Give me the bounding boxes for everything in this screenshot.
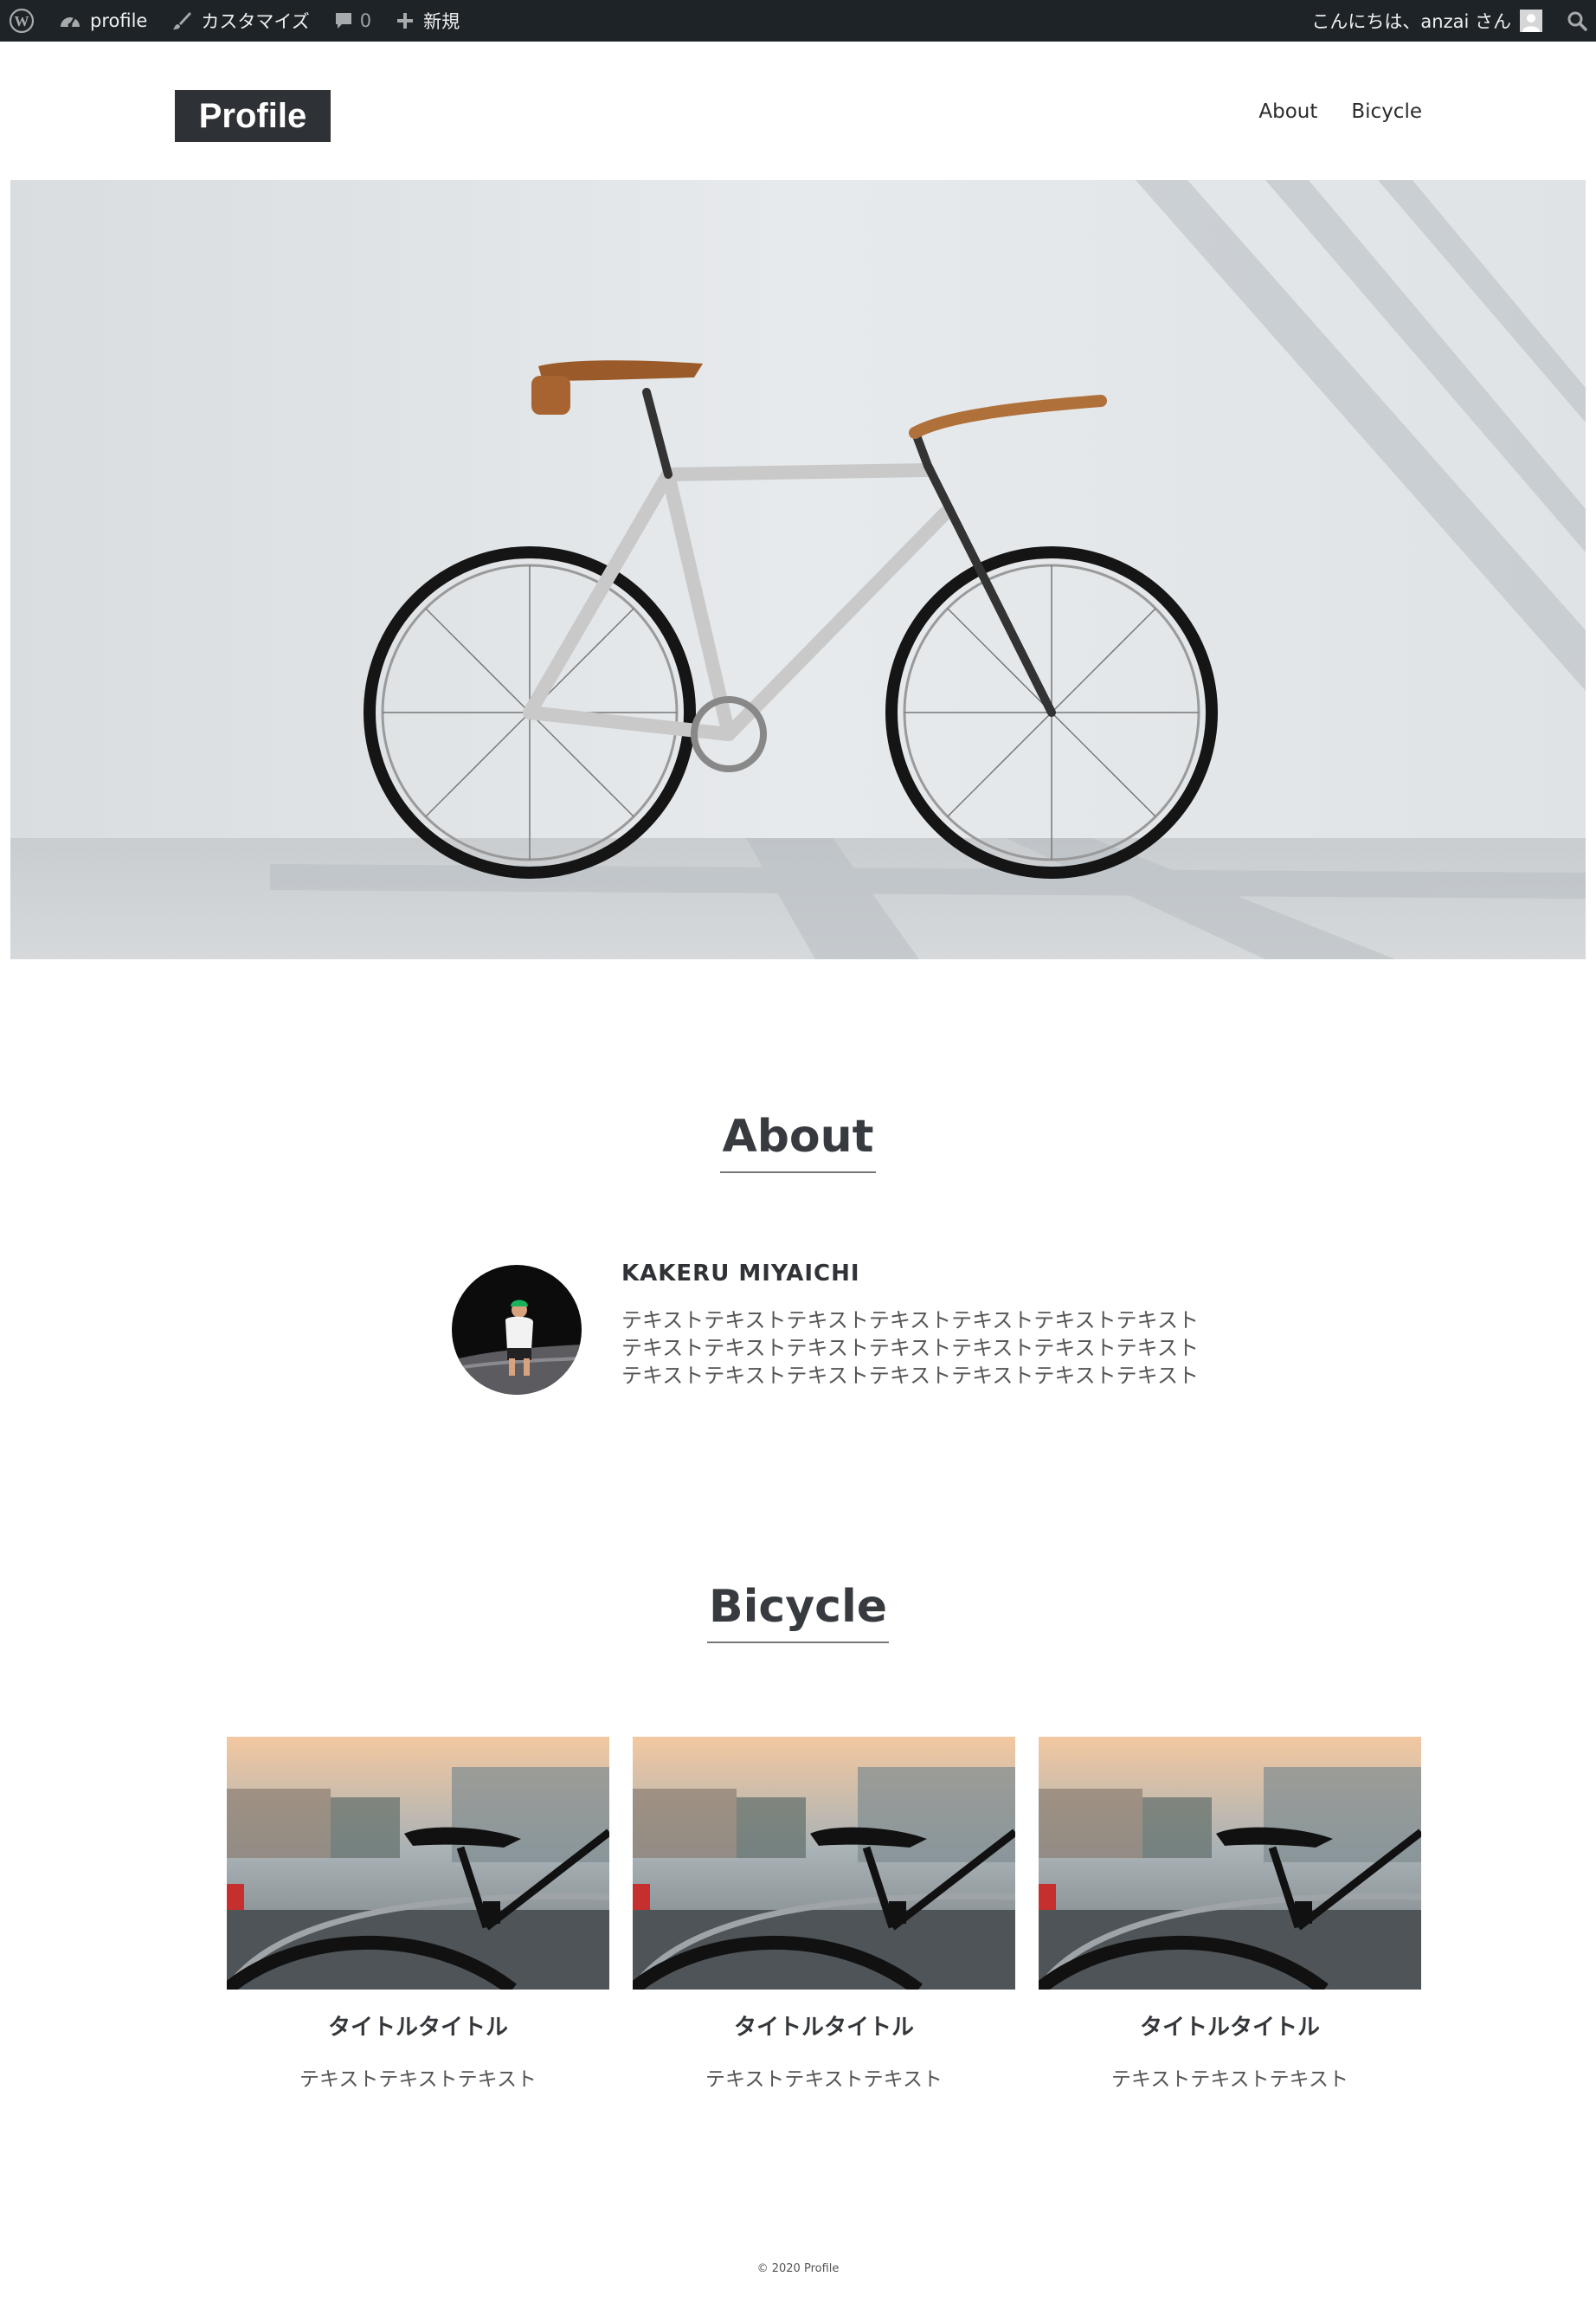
bicycle-heading: Bicycle bbox=[706, 1581, 890, 1643]
bicycle-card[interactable]: タイトルタイトル テキストテキストテキスト bbox=[1039, 1737, 1421, 2092]
plus-icon bbox=[396, 11, 415, 30]
nav-link-bicycle[interactable]: Bicycle bbox=[1351, 100, 1422, 123]
comment-icon bbox=[334, 11, 353, 30]
comment-count: 0 bbox=[359, 10, 372, 31]
profile-name: KAKERU MIYAICHI bbox=[621, 1261, 860, 1287]
comments-menu[interactable]: 0 bbox=[322, 0, 383, 42]
customize-menu[interactable]: カスタマイズ bbox=[159, 0, 321, 42]
card-image bbox=[633, 1737, 1015, 1990]
site-name-label: profile bbox=[90, 10, 148, 31]
dashboard-icon bbox=[59, 11, 81, 30]
card-image bbox=[1039, 1737, 1421, 1990]
main-nav: About Bicycle bbox=[1258, 100, 1422, 123]
profile-text: テキストテキストテキストテキストテキストテキストテキスト テキストテキストテキス… bbox=[621, 1306, 1199, 1390]
brush-icon bbox=[171, 10, 192, 31]
card-text: テキストテキストテキスト bbox=[1111, 2068, 1348, 2091]
card-image bbox=[227, 1737, 609, 1990]
about-heading: About bbox=[720, 1111, 876, 1173]
wordpress-menu[interactable]: W bbox=[0, 0, 47, 42]
new-label: 新規 bbox=[423, 11, 460, 32]
profile-text-line: テキストテキストテキストテキストテキストテキストテキスト bbox=[621, 1308, 1199, 1332]
card-title: タイトルタイトル bbox=[1139, 2015, 1320, 2041]
admin-bar: W profile カスタマイズ 0 新規 こんにちは、anzai さん bbox=[0, 0, 1596, 42]
my-account-menu[interactable]: こんにちは、anzai さん bbox=[1299, 0, 1554, 42]
card-text: テキストテキストテキスト bbox=[705, 2068, 943, 2091]
nav-link-about[interactable]: About bbox=[1258, 100, 1317, 123]
card-text: テキストテキストテキスト bbox=[299, 2068, 537, 2091]
svg-text:W: W bbox=[15, 13, 29, 29]
card-title: タイトルタイトル bbox=[733, 2015, 914, 2041]
about-section-title: About bbox=[0, 1111, 1596, 1173]
bicycle-card[interactable]: タイトルタイトル テキストテキストテキスト bbox=[633, 1737, 1015, 2092]
new-content-menu[interactable]: 新規 bbox=[383, 0, 472, 42]
customize-label: カスタマイズ bbox=[201, 11, 310, 32]
wordpress-icon: W bbox=[9, 8, 35, 34]
bicycle-card[interactable]: タイトルタイトル テキストテキストテキスト bbox=[227, 1737, 609, 2092]
hero-image bbox=[10, 180, 1586, 959]
bicycle-cards: タイトルタイトル テキストテキストテキスト タイトルタイトル テキストテキストテ… bbox=[227, 1737, 1421, 2092]
profile-text-line: テキストテキストテキストテキストテキストテキストテキスト bbox=[621, 1364, 1199, 1388]
admin-search[interactable] bbox=[1554, 0, 1596, 42]
profile-text-line: テキストテキストテキストテキストテキストテキストテキスト bbox=[621, 1336, 1199, 1360]
footer-copyright: © 2020 Profile bbox=[756, 2262, 840, 2275]
greeting-text: こんにちは、anzai さん bbox=[1311, 11, 1511, 32]
site-name-menu[interactable]: profile bbox=[47, 0, 159, 42]
profile-avatar bbox=[452, 1265, 582, 1395]
bicycle-section-title: Bicycle bbox=[0, 1581, 1596, 1643]
user-avatar bbox=[1520, 10, 1542, 32]
card-title: タイトルタイトル bbox=[327, 2015, 508, 2041]
site-logo[interactable]: Profile bbox=[175, 90, 331, 142]
search-icon bbox=[1567, 10, 1587, 31]
